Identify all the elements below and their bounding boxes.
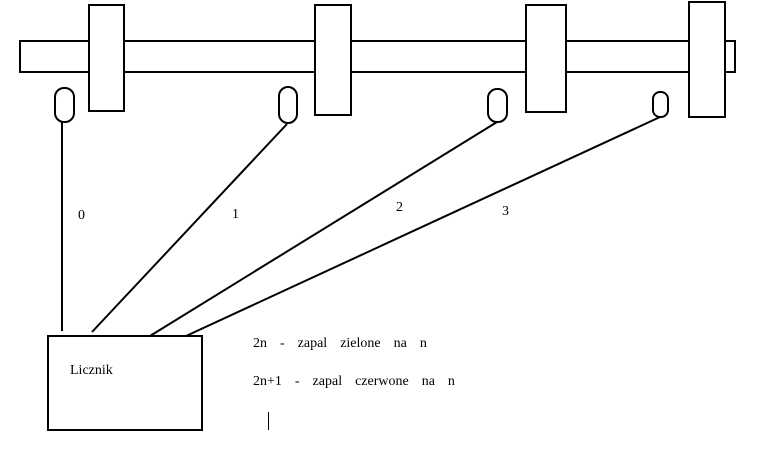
- sensor-2: [487, 88, 508, 123]
- counter-box: [47, 335, 203, 431]
- post-3: [688, 1, 726, 118]
- post-1: [314, 4, 352, 116]
- rule-even-green: 2n - zapal zielone na n: [253, 336, 427, 351]
- wire-label-0: 0: [78, 208, 85, 223]
- counter-label: Licznik: [70, 363, 113, 378]
- text-cursor: [268, 412, 269, 430]
- wire-1: [91, 123, 288, 333]
- wire-label-2: 2: [396, 200, 403, 215]
- wire-label-3: 3: [502, 204, 509, 219]
- track-counter-diagram: 0 1 2 3: [19, 1, 736, 431]
- rail-bar: [19, 40, 736, 73]
- rule-odd-red: 2n+1 - zapal czerwone na n: [253, 374, 455, 389]
- post-0: [88, 4, 125, 112]
- wire-label-1: 1: [232, 207, 239, 222]
- sensor-3: [652, 91, 669, 118]
- wire-2: [149, 121, 498, 337]
- post-2: [525, 4, 567, 113]
- sensor-0: [54, 87, 75, 123]
- wire-3: [185, 116, 661, 337]
- sensor-1: [278, 86, 298, 124]
